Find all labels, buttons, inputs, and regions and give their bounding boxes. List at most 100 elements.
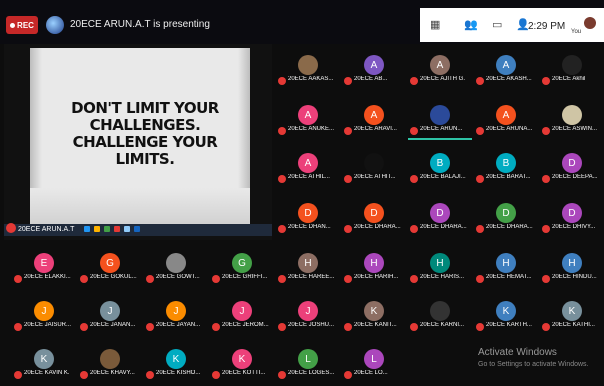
participant-tile[interactable]: L 20ECE LO... (342, 344, 406, 382)
avatar: H (430, 253, 450, 273)
participant-tile[interactable]: H 20ECE HINDU... (540, 248, 604, 286)
mic-off-icon (344, 225, 352, 233)
participant-tile[interactable]: K 20ECE KATHI... (540, 296, 604, 334)
mic-off-icon (344, 275, 352, 283)
participant-tile[interactable]: L 20ECE LOGES... (276, 344, 340, 382)
rec-label: REC (17, 20, 34, 30)
mic-off-icon (146, 371, 154, 379)
avatar: K (232, 349, 252, 369)
mic-off-icon (14, 275, 22, 283)
mic-off-icon (476, 127, 484, 135)
participant-name: 20ECE HARIH... (354, 274, 399, 280)
self-avatar[interactable] (584, 17, 596, 29)
avatar: D (496, 203, 516, 223)
app-icon (84, 226, 90, 232)
participant-tile[interactable]: G 20ECE GRIFFI... (210, 248, 274, 286)
participant-tile[interactable]: 20ECE Akhil (540, 50, 604, 88)
participant-tile[interactable]: A 20ECE ARAVI... (342, 100, 406, 138)
grid-icon[interactable]: ▦ (430, 18, 440, 31)
mic-off-icon (410, 275, 418, 283)
participant-tile[interactable]: K 20ECE KAVIN K. (12, 344, 76, 382)
participant-tile[interactable]: A 20ECE AJITH G. (408, 50, 472, 88)
participant-tile[interactable]: 20ECE ASWIN... (540, 100, 604, 138)
mic-off-icon (344, 77, 352, 85)
participant-tile[interactable]: D 20ECE DEEPA... (540, 148, 604, 186)
participant-name: 20ECE KARTH... (486, 322, 532, 328)
mic-off-icon (278, 275, 286, 283)
avatar: D (364, 203, 384, 223)
mic-off-icon (344, 323, 352, 331)
mic-off-icon (80, 323, 88, 331)
participant-tile[interactable]: 20ECE KARNI... (408, 296, 472, 334)
avatar: A (364, 105, 384, 125)
avatar: H (496, 253, 516, 273)
participant-name: 20ECE ARAVI... (354, 126, 397, 132)
participant-tile[interactable]: 20ECE ATHIT... (342, 148, 406, 186)
mic-off-icon (410, 225, 418, 233)
participant-tile[interactable]: H 20ECE HAREE... (276, 248, 340, 286)
participant-name: 20ECE JANAN... (90, 322, 136, 328)
mic-off-icon (476, 225, 484, 233)
participant-tile[interactable]: K 20ECE KARTH... (474, 296, 538, 334)
participant-tile[interactable]: A 20ECE ATHIL... (276, 148, 340, 186)
participant-tile[interactable]: 20ECE GOWT... (144, 248, 208, 286)
participant-name: 20ECE KOTTI... (222, 370, 266, 376)
participant-tile[interactable]: 20ECE AAKAS... (276, 50, 340, 88)
participant-tile[interactable]: J 20ECE JEROM... (210, 296, 274, 334)
chat-icon[interactable]: ▭ (492, 18, 502, 31)
participant-tile[interactable]: G 20ECE GOKUL... (78, 248, 142, 286)
participant-tile[interactable]: 20ECE KHAVY... (78, 344, 142, 382)
avatar: L (298, 349, 318, 369)
participant-tile[interactable]: A 20ECE AKASH... (474, 50, 538, 88)
avatar: J (100, 301, 120, 321)
participant-name: 20ECE ATHIT... (354, 174, 396, 180)
participant-name: 20ECE ARUNA... (486, 126, 533, 132)
mic-off-icon (212, 323, 220, 331)
mic-off-icon (542, 323, 550, 331)
participant-tile[interactable]: D 20ECE DHARA... (408, 198, 472, 236)
participant-tile[interactable]: H 20ECE HARIH... (342, 248, 406, 286)
mic-off-icon (542, 77, 550, 85)
participant-tile[interactable]: H 20ECE HARIS... (408, 248, 472, 286)
avatar: A (298, 153, 318, 173)
avatar: K (34, 349, 54, 369)
participant-tile[interactable]: K 20ECE KOTTI... (210, 344, 274, 382)
avatar: H (298, 253, 318, 273)
participant-name: 20ECE ASWIN... (552, 126, 598, 132)
participant-tile[interactable]: K 20ECE KISHO... (144, 344, 208, 382)
participant-tile[interactable]: 20ECE ARUN... (408, 100, 472, 140)
participant-tile[interactable]: H 20ECE HEMAT... (474, 248, 538, 286)
participant-tile[interactable]: K 20ECE KANIT... (342, 296, 406, 334)
participant-tile[interactable]: D 20ECE DHAN... (276, 198, 340, 236)
participant-tile[interactable]: J 20ECE JANAN... (78, 296, 142, 334)
participant-name: 20ECE LO... (354, 370, 388, 376)
mic-off-icon (278, 127, 286, 135)
mic-off-icon (410, 323, 418, 331)
mic-off-icon (542, 175, 550, 183)
participant-tile[interactable]: B 20ECE BALAJI... (408, 148, 472, 186)
avatar (364, 153, 384, 173)
avatar: K (166, 349, 186, 369)
participant-tile[interactable]: J 20ECE JAISUR... (12, 296, 76, 334)
people-icon[interactable]: 👥 (464, 18, 478, 31)
participant-tile[interactable]: D 20ECE DHARA... (474, 198, 538, 236)
avatar: L (364, 349, 384, 369)
participant-tile[interactable]: D 20ECE DHIVY... (540, 198, 604, 236)
participant-tile[interactable]: B 20ECE BARAT... (474, 148, 538, 186)
mic-off-icon (542, 127, 550, 135)
activate-windows-subtitle: Go to Settings to activate Windows. (478, 361, 589, 368)
participant-name: 20ECE JAYAN... (156, 322, 201, 328)
participant-tile[interactable]: E 20ECE ELAKKI... (12, 248, 76, 286)
app-icon (134, 226, 140, 232)
participant-tile[interactable]: D 20ECE DHARA... (342, 198, 406, 236)
mic-off-icon (410, 127, 418, 135)
avatar: B (430, 153, 450, 173)
participant-tile[interactable]: A 20ECE ARUNA... (474, 100, 538, 138)
participant-name: 20ECE AAKAS... (288, 76, 334, 82)
participant-name: 20ECE DHARA... (354, 224, 401, 230)
participant-tile[interactable]: A 20ECE AB... (342, 50, 406, 88)
participant-tile[interactable]: A 20ECE ANUKE... (276, 100, 340, 138)
participant-tile[interactable]: J 20ECE JOSHU... (276, 296, 340, 334)
participant-name: 20ECE GRIFFI... (222, 274, 268, 280)
participant-tile[interactable]: J 20ECE JAYAN... (144, 296, 208, 334)
